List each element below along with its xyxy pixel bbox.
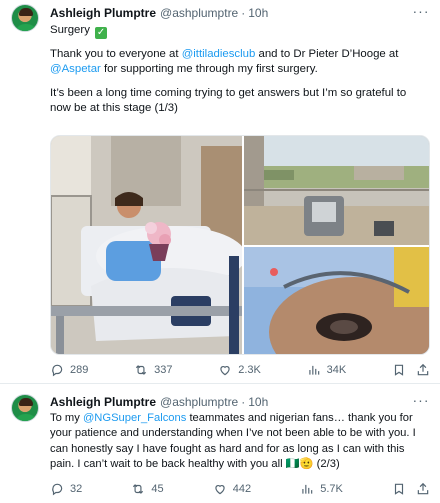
- tweet-header: Ashleigh Plumptre @ashplumptre · 10h: [50, 394, 268, 410]
- recovery-room-photo[interactable]: [244, 136, 429, 245]
- share-icon: [417, 363, 429, 376]
- check-icon: ✓: [95, 27, 108, 39]
- share-button[interactable]: [416, 363, 430, 377]
- like-count: 442: [232, 483, 252, 495]
- like-button[interactable]: 442: [213, 482, 251, 496]
- share-icon: [417, 482, 429, 495]
- separator-dot: ·: [241, 6, 246, 20]
- tweet-text: Surgery ✓ Thank you to everyone at @itti…: [50, 23, 430, 116]
- tweet-actions: 289 337 2.3K 34K: [50, 362, 430, 378]
- text-span: for supporting me through my first surge…: [100, 63, 318, 76]
- tweet-2[interactable]: Ashleigh Plumptre @ashplumptre · 10h ···…: [0, 384, 440, 503]
- repost-button[interactable]: 45: [131, 482, 164, 496]
- bookmark-button[interactable]: [392, 363, 416, 377]
- mention-aspetar[interactable]: @Aspetar: [50, 63, 101, 75]
- author-name[interactable]: Ashleigh Plumptre: [50, 6, 156, 20]
- selfie-photo[interactable]: [244, 247, 429, 354]
- hospital-photo[interactable]: [51, 136, 242, 354]
- tweet-text: To my @NGSuper_Falcons teammates and nig…: [50, 411, 430, 473]
- like-count: 2.3K: [238, 364, 261, 376]
- text-span: Thank you to everyone at: [50, 48, 182, 60]
- text-line-surgery: Surgery: [50, 24, 90, 36]
- reply-icon: [52, 364, 63, 377]
- repost-icon: [133, 484, 144, 494]
- tweet-1[interactable]: Ashleigh Plumptre @ashplumptre · 10h ···…: [0, 0, 440, 383]
- text-line-thanks: It’s been a long time coming trying to g…: [50, 86, 407, 114]
- bookmark-icon: [394, 364, 404, 376]
- avatar[interactable]: [11, 394, 39, 422]
- reply-icon: [52, 483, 63, 496]
- more-icon[interactable]: ···: [412, 393, 430, 410]
- timestamp[interactable]: 10h: [248, 6, 268, 20]
- like-icon: [220, 366, 230, 376]
- avatar[interactable]: [11, 4, 39, 32]
- separator-dot: ·: [241, 395, 246, 409]
- share-button[interactable]: [416, 482, 430, 496]
- text-span: (2/3): [313, 458, 340, 471]
- bookmark-button[interactable]: [392, 482, 416, 496]
- like-icon: [215, 485, 225, 495]
- mention-ngsuper-falcons[interactable]: @NGSuper_Falcons: [83, 412, 186, 424]
- more-icon[interactable]: ···: [412, 4, 430, 21]
- like-button[interactable]: 2.3K: [218, 363, 261, 377]
- repost-count: 45: [151, 483, 164, 495]
- repost-count: 337: [154, 364, 173, 376]
- reply-count: 289: [70, 364, 89, 376]
- reply-button[interactable]: 32: [50, 482, 82, 496]
- reply-count: 32: [70, 483, 83, 495]
- repost-icon: [136, 365, 147, 375]
- repost-button[interactable]: 337: [134, 363, 172, 377]
- media-grid: [50, 135, 430, 355]
- timestamp[interactable]: 10h: [248, 395, 268, 409]
- tweet-actions: 32 45 442 5.7K: [50, 481, 430, 497]
- views-count: 34K: [326, 364, 347, 376]
- views-button[interactable]: 34K: [307, 363, 347, 377]
- author-handle[interactable]: @ashplumptre: [160, 395, 238, 409]
- views-button[interactable]: 5.7K: [300, 482, 343, 496]
- bookmark-icon: [394, 483, 404, 495]
- mention-ittiladiesclub[interactable]: @ittiladiesclub: [182, 48, 256, 60]
- views-icon: [302, 484, 313, 494]
- text-span: To my: [50, 412, 83, 424]
- reply-button[interactable]: 289: [50, 363, 88, 377]
- tweet-header: Ashleigh Plumptre @ashplumptre · 10h: [50, 5, 268, 21]
- author-handle[interactable]: @ashplumptre: [160, 6, 238, 20]
- flag-salute-emoji: 🇳🇬🫡: [285, 458, 314, 471]
- views-icon: [308, 365, 319, 375]
- author-name[interactable]: Ashleigh Plumptre: [50, 395, 156, 409]
- views-count: 5.7K: [320, 483, 343, 495]
- text-span: and to Dr Pieter D’Hooge at: [255, 48, 399, 60]
